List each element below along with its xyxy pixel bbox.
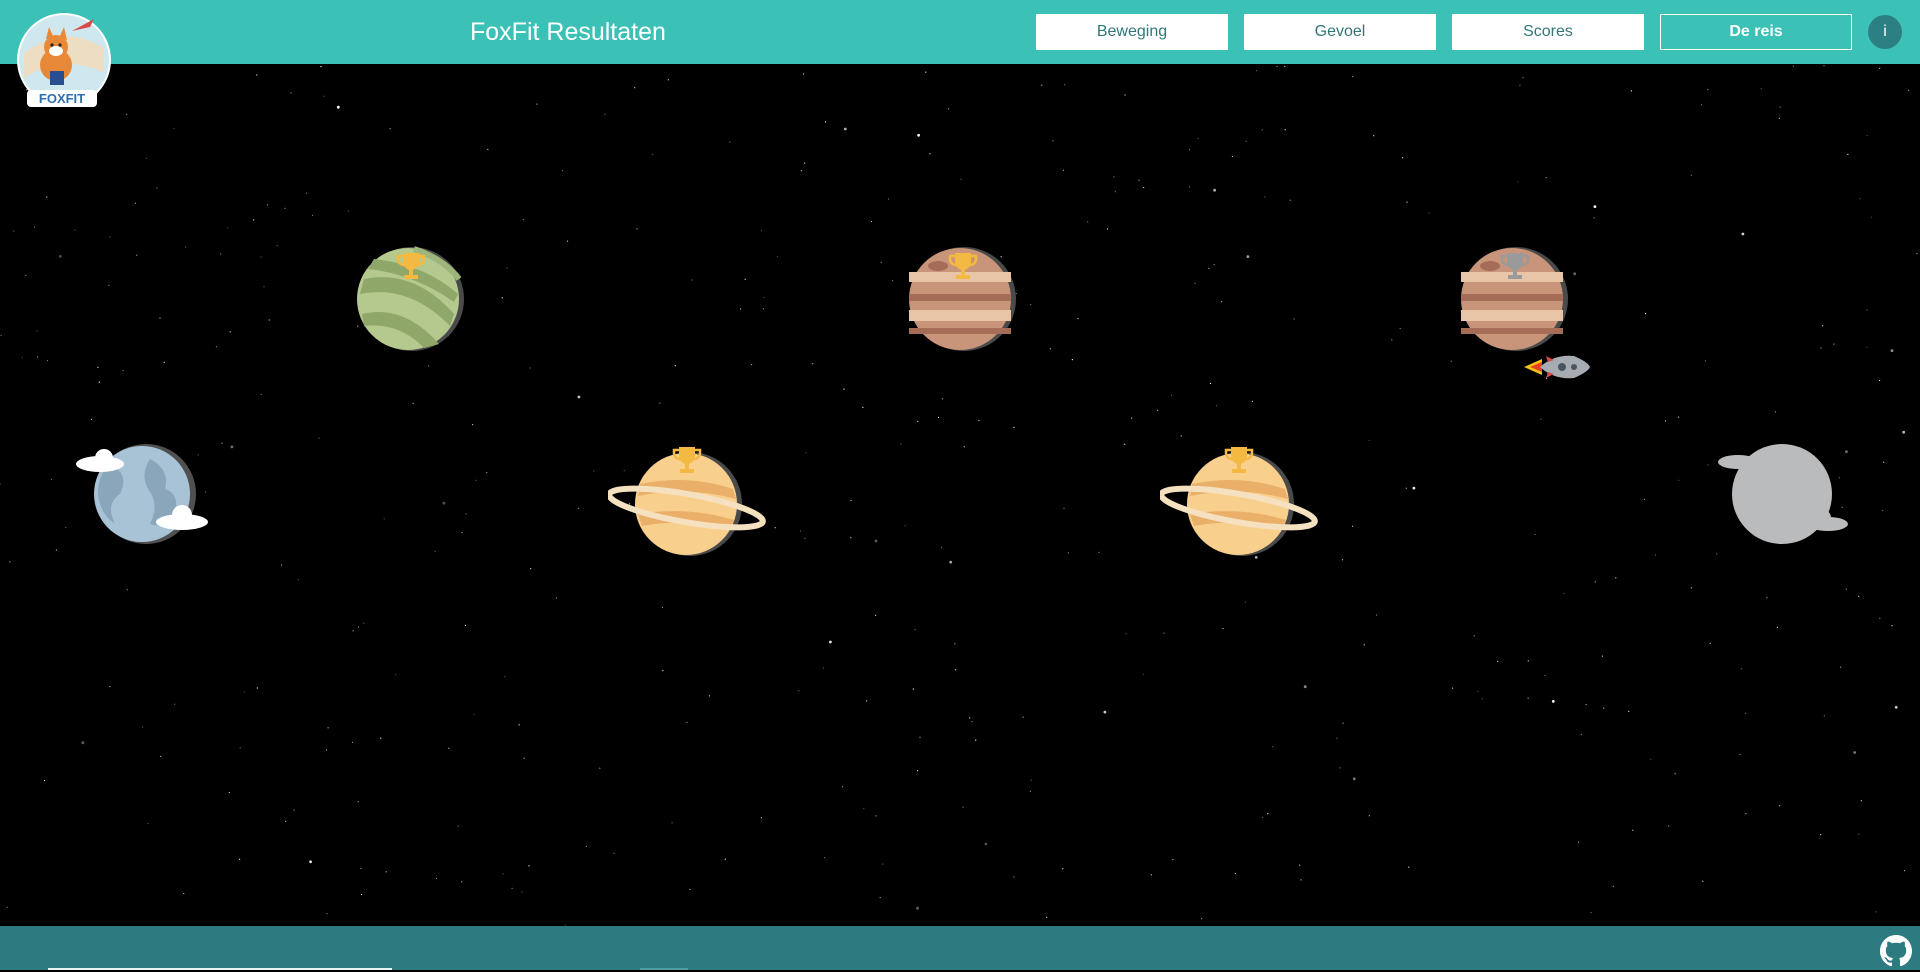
trophy-silver-icon bbox=[1499, 250, 1531, 282]
journey-map bbox=[0, 64, 1920, 926]
tab-de-reis[interactable]: De reis bbox=[1660, 14, 1852, 50]
planet-locked[interactable] bbox=[1710, 434, 1860, 559]
trophy-gold-icon bbox=[947, 250, 979, 282]
planet-earth[interactable] bbox=[70, 434, 220, 559]
rocket-icon bbox=[1524, 350, 1590, 389]
trophy-gold-icon bbox=[671, 444, 703, 476]
tab-gevoel[interactable]: Gevoel bbox=[1244, 14, 1436, 50]
footer bbox=[0, 926, 1920, 970]
github-icon[interactable] bbox=[1880, 935, 1912, 967]
starfield bbox=[0, 65, 1918, 926]
tab-beweging[interactable]: Beweging bbox=[1036, 14, 1228, 50]
foxfit-logo[interactable]: FOXFIT bbox=[14, 13, 114, 113]
trophy-gold-icon bbox=[395, 250, 427, 282]
info-button[interactable]: i bbox=[1868, 15, 1902, 49]
page-title: FoxFit Resultaten bbox=[470, 18, 666, 46]
tab-scores[interactable]: Scores bbox=[1452, 14, 1644, 50]
trophy-gold-icon bbox=[1223, 444, 1255, 476]
top-bar: FoxFit Resultaten Beweging Gevoel Scores… bbox=[0, 0, 1920, 64]
logo-text: FOXFIT bbox=[38, 91, 86, 106]
